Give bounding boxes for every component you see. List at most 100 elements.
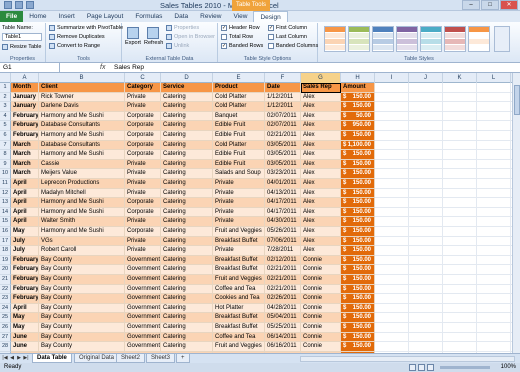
tab-review[interactable]: Review [194, 11, 227, 22]
table-cell[interactable]: Connie [301, 342, 341, 352]
amount-cell[interactable]: $150.00 [341, 102, 375, 112]
row-header[interactable]: 7 [0, 140, 11, 151]
empty-cell[interactable] [477, 207, 511, 218]
empty-cell[interactable] [477, 121, 511, 131]
row-header[interactable]: 14 [0, 207, 11, 218]
row-header[interactable]: 2 [0, 92, 11, 103]
table-cell[interactable]: Cold Platter [213, 92, 265, 103]
table-cell[interactable]: Connie [301, 255, 341, 266]
tab-home[interactable]: Home [23, 11, 52, 22]
table-cell[interactable]: Fruit and Veggies [213, 342, 265, 352]
table-cell[interactable]: 02/07/2011 [265, 111, 301, 122]
empty-cell[interactable] [409, 342, 443, 352]
tab-design[interactable]: Design [253, 11, 288, 22]
save-icon[interactable] [15, 1, 23, 9]
table-cell[interactable]: Cold Platter [213, 140, 265, 151]
table-cell[interactable]: Government [125, 313, 161, 323]
table-cell[interactable]: Connie [301, 313, 341, 323]
option-last-column[interactable]: Last Column [268, 34, 307, 40]
table-cell[interactable]: Connie [301, 265, 341, 275]
empty-cell[interactable] [477, 169, 511, 179]
table-style-swatch[interactable] [420, 26, 442, 52]
table-header-amount[interactable]: Amount [341, 83, 375, 93]
amount-cell[interactable]: $150.00 [341, 313, 375, 323]
row-header[interactable]: 23 [0, 294, 11, 304]
sheet-tab-sheet2[interactable]: Sheet2 [116, 354, 146, 363]
table-cell[interactable]: Catering [161, 246, 213, 256]
empty-cell[interactable] [443, 207, 477, 218]
table-cell[interactable]: Cookies and Tea [213, 294, 265, 304]
table-cell[interactable]: 07/06/2011 [265, 236, 301, 247]
table-cell[interactable]: 04/28/2011 [265, 303, 301, 314]
row-header[interactable]: 28 [0, 342, 11, 352]
more-styles-button[interactable] [494, 26, 510, 52]
table-cell[interactable]: Connie [301, 294, 341, 304]
table-cell[interactable]: Breakfast Buffet [213, 236, 265, 247]
table-cell[interactable]: July [11, 236, 39, 247]
convert-range-button[interactable]: Convert to Range [49, 43, 100, 49]
empty-cell[interactable] [443, 265, 477, 275]
amount-cell[interactable]: $50.00 [341, 111, 375, 122]
row-header[interactable]: 26 [0, 323, 11, 333]
empty-cell[interactable] [375, 332, 409, 343]
tab-formulas[interactable]: Formulas [129, 11, 168, 22]
empty-cell[interactable] [477, 159, 511, 170]
empty-cell[interactable] [443, 111, 477, 122]
empty-cell[interactable] [443, 188, 477, 199]
empty-cell[interactable] [409, 217, 443, 227]
empty-cell[interactable] [477, 217, 511, 227]
table-cell[interactable]: May [11, 227, 39, 237]
table-cell[interactable]: Private [125, 217, 161, 227]
empty-cell[interactable] [443, 121, 477, 131]
table-cell[interactable]: Edible Fruit [213, 121, 265, 131]
empty-cell[interactable] [443, 150, 477, 160]
table-style-swatch[interactable] [324, 26, 346, 52]
unlink-button[interactable]: Unlink [166, 43, 189, 49]
table-cell[interactable]: Alex [301, 121, 341, 131]
row-header[interactable]: 20 [0, 265, 11, 275]
table-cell[interactable]: Bay County [39, 303, 125, 314]
table-cell[interactable]: Private [125, 246, 161, 256]
table-cell[interactable]: Corporate [125, 207, 161, 218]
table-cell[interactable]: Cassie [39, 159, 125, 170]
empty-cell[interactable] [477, 131, 511, 141]
table-cell[interactable]: Harmony and Me Sushi [39, 111, 125, 122]
empty-cell[interactable] [443, 83, 477, 93]
table-cell[interactable]: March [11, 169, 39, 179]
table-cell[interactable]: April [11, 303, 39, 314]
empty-cell[interactable] [409, 227, 443, 237]
table-cell[interactable]: April [11, 217, 39, 227]
empty-cell[interactable] [477, 342, 511, 352]
table-cell[interactable]: Government [125, 332, 161, 343]
empty-cell[interactable] [477, 92, 511, 103]
empty-cell[interactable] [443, 303, 477, 314]
insert-sheet-icon[interactable]: + [176, 354, 190, 363]
amount-cell[interactable]: $150.00 [341, 188, 375, 199]
empty-cell[interactable] [477, 83, 511, 93]
table-cell[interactable]: 02/21/2011 [265, 265, 301, 275]
table-cell[interactable]: Catering [161, 275, 213, 285]
table-header-category[interactable]: Category [125, 83, 161, 93]
table-cell[interactable]: Corporate [125, 111, 161, 122]
empty-cell[interactable] [443, 284, 477, 295]
prev-sheet-icon[interactable]: ◀ [9, 355, 15, 362]
table-cell[interactable]: 03/05/2011 [265, 150, 301, 160]
table-cell[interactable]: May [11, 313, 39, 323]
empty-cell[interactable] [443, 255, 477, 266]
column-header-j[interactable]: J [409, 73, 443, 83]
table-cell[interactable]: 02/26/2011 [265, 294, 301, 304]
amount-cell[interactable]: $150.00 [341, 303, 375, 314]
table-cell[interactable]: Alex [301, 131, 341, 141]
table-cell[interactable]: Harmony and Me Sushi [39, 150, 125, 160]
table-cell[interactable]: 05/26/2011 [265, 227, 301, 237]
table-cell[interactable]: 1/12/2011 [265, 102, 301, 112]
column-header-e[interactable]: E [213, 73, 265, 83]
tab-insert[interactable]: Insert [53, 11, 81, 22]
table-cell[interactable]: Alex [301, 159, 341, 170]
table-cell[interactable]: Catering [161, 188, 213, 199]
column-header-b[interactable]: B [39, 73, 125, 83]
empty-cell[interactable] [443, 159, 477, 170]
formula-input[interactable]: Sales Rep [114, 63, 144, 73]
table-cell[interactable]: Alex [301, 92, 341, 103]
tab-view[interactable]: View [227, 11, 253, 22]
